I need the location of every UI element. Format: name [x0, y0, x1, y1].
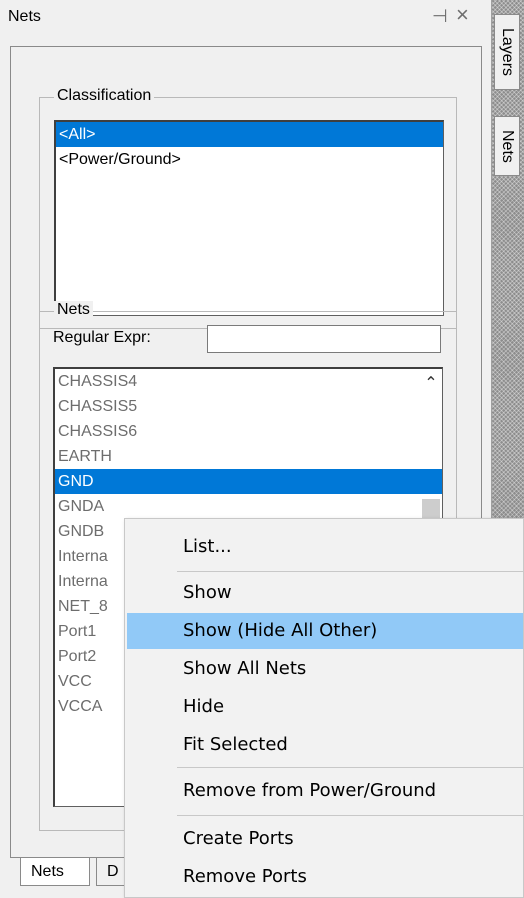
net-item[interactable]: CHASSIS5	[55, 394, 442, 419]
classification-listbox[interactable]: <All> <Power/Ground>	[54, 120, 444, 316]
side-tab-layers[interactable]: Layers	[494, 14, 520, 90]
scroll-up-icon[interactable]: ⌃	[420, 369, 442, 399]
classification-item-all[interactable]: <All>	[56, 122, 443, 147]
net-item[interactable]: CHASSIS4	[55, 369, 442, 394]
menu-separator	[177, 571, 523, 572]
net-item[interactable]: GNDA	[55, 494, 442, 519]
classification-item-power-ground[interactable]: <Power/Ground>	[56, 147, 443, 172]
panel-title-bar: Nets ⊣ ×	[0, 0, 491, 36]
regex-input[interactable]	[207, 325, 441, 353]
menu-item-list[interactable]: List...	[127, 529, 523, 565]
context-menu: List... Show Show (Hide All Other) Show …	[124, 518, 524, 898]
nets-group-label: Nets	[54, 301, 93, 319]
menu-item-hide[interactable]: Hide	[127, 689, 523, 725]
regex-label: Regular Expr:	[53, 329, 151, 346]
panel-title: Nets	[8, 8, 41, 25]
classification-group: Classification <All> <Power/Ground>	[39, 87, 457, 329]
menu-separator	[177, 767, 523, 768]
menu-item-show[interactable]: Show	[127, 575, 523, 611]
tab-nets[interactable]: Nets	[20, 858, 90, 886]
close-icon[interactable]: ×	[456, 4, 469, 26]
net-item-selected[interactable]: GND	[55, 469, 442, 494]
menu-item-fit-selected[interactable]: Fit Selected	[127, 727, 523, 763]
menu-separator	[177, 815, 523, 816]
menu-item-create-ports[interactable]: Create Ports	[127, 821, 523, 857]
side-tab-nets[interactable]: Nets	[494, 116, 520, 176]
classification-group-label: Classification	[54, 87, 155, 105]
menu-item-remove-from-power-ground[interactable]: Remove from Power/Ground	[127, 773, 523, 809]
menu-item-show-all-nets[interactable]: Show All Nets	[127, 651, 523, 687]
menu-item-show-hide-all-other[interactable]: Show (Hide All Other)	[127, 613, 523, 649]
net-item[interactable]: CHASSIS6	[55, 419, 442, 444]
net-item[interactable]: EARTH	[55, 444, 442, 469]
menu-item-remove-ports[interactable]: Remove Ports	[127, 859, 523, 895]
pin-icon[interactable]: ⊣	[432, 6, 448, 27]
